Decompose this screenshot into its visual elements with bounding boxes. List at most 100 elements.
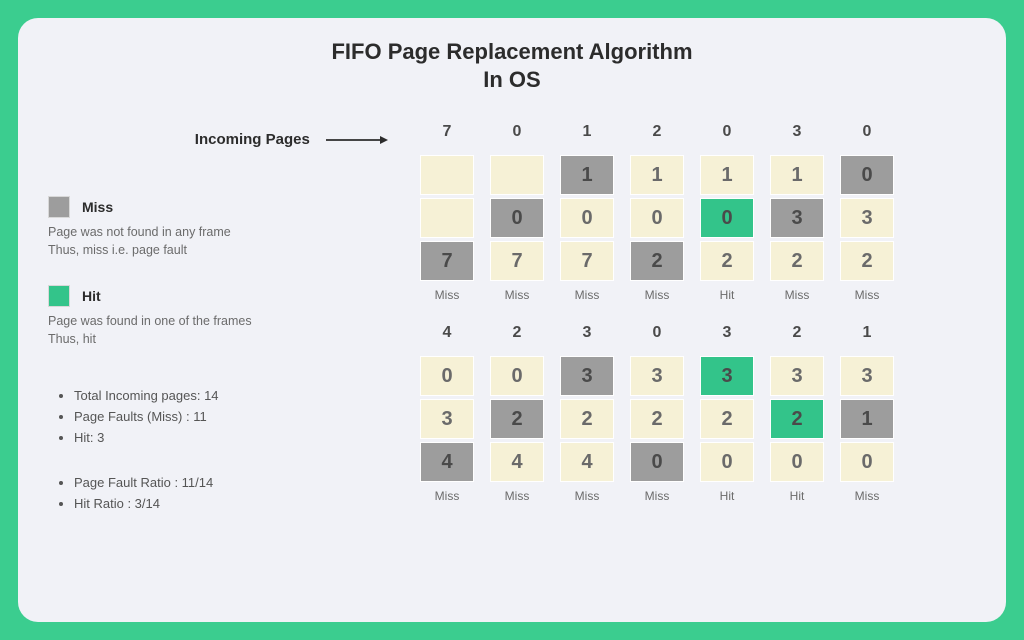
frame-cell: 1 (560, 155, 614, 195)
frame-cell: 7 (560, 241, 614, 281)
incoming-page-number: 0 (513, 123, 522, 147)
incoming-page-number: 0 (723, 123, 732, 147)
frame-column: 2024Miss (488, 324, 546, 503)
column-status: Miss (575, 288, 600, 302)
frame-cell: 0 (840, 442, 894, 482)
incoming-page-number: 3 (723, 324, 732, 348)
page-title: FIFO Page Replacement Algorithm In OS (48, 38, 976, 93)
legend-miss: Miss (48, 196, 388, 218)
miss-swatch-icon (48, 196, 70, 218)
grid-panel: 77Miss007Miss1107Miss2102Miss0102Hit3132… (418, 123, 976, 517)
frame-column: 1107Miss (558, 123, 616, 302)
frame-cell: 2 (700, 399, 754, 439)
frame-column: 0102Hit (698, 123, 756, 302)
frame-cell: 0 (490, 356, 544, 396)
frame-cell: 2 (630, 399, 684, 439)
frame-column: 4034Miss (418, 324, 476, 503)
stat-faults: Page Faults (Miss) : 11 (74, 409, 388, 424)
incoming-page-number: 2 (793, 324, 802, 348)
frame-cell: 3 (630, 356, 684, 396)
frame-cell: 0 (630, 442, 684, 482)
frame-columns-row2: 4034Miss2024Miss3324Miss0320Miss3320Hit2… (418, 324, 976, 503)
frame-cell: 0 (560, 198, 614, 238)
frame-column: 0032Miss (838, 123, 896, 302)
frame-cell: 0 (490, 198, 544, 238)
frame-columns-row1: 77Miss007Miss1107Miss2102Miss0102Hit3132… (418, 123, 976, 302)
frame-cell: 2 (630, 241, 684, 281)
incoming-page-number: 4 (443, 324, 452, 348)
column-status: Miss (645, 288, 670, 302)
legend-hit-desc: Page was found in one of the frames Thus… (48, 313, 388, 348)
stat-hits: Hit: 3 (74, 430, 388, 445)
frame-column: 3324Miss (558, 324, 616, 503)
frame-cell: 3 (420, 399, 474, 439)
frame-cell: 1 (840, 399, 894, 439)
frame-cell: 3 (560, 356, 614, 396)
frame-cell: 2 (560, 399, 614, 439)
frame-cell (420, 155, 474, 195)
column-status: Hit (720, 489, 735, 503)
frame-cell: 7 (420, 241, 474, 281)
frame-cell: 0 (700, 198, 754, 238)
incoming-page-number: 0 (653, 324, 662, 348)
frame-cell: 2 (840, 241, 894, 281)
frame-column: 2320Hit (768, 324, 826, 503)
incoming-page-number: 1 (863, 324, 872, 348)
incoming-page-number: 3 (793, 123, 802, 147)
stat-fault-ratio: Page Fault Ratio : 11/14 (74, 475, 388, 490)
legend-miss-desc: Page was not found in any frame Thus, mi… (48, 224, 388, 259)
frame-column: 3132Miss (768, 123, 826, 302)
frame-cell: 3 (840, 356, 894, 396)
arrow-right-icon (326, 135, 388, 145)
frame-column: 2102Miss (628, 123, 686, 302)
frame-cell: 4 (490, 442, 544, 482)
stat-hit-ratio: Hit Ratio : 3/14 (74, 496, 388, 511)
stats-block: Total Incoming pages: 14 Page Faults (Mi… (48, 388, 388, 511)
frame-cell: 1 (770, 155, 824, 195)
frame-cell: 3 (770, 356, 824, 396)
hit-swatch-icon (48, 285, 70, 307)
frame-cell: 0 (630, 198, 684, 238)
frame-cell: 3 (840, 198, 894, 238)
frame-column: 007Miss (488, 123, 546, 302)
incoming-page-number: 2 (513, 324, 522, 348)
frame-cell: 0 (420, 356, 474, 396)
legend-hit: Hit (48, 285, 388, 307)
frame-cell: 7 (490, 241, 544, 281)
column-status: Miss (575, 489, 600, 503)
incoming-page-number: 1 (583, 123, 592, 147)
frame-cell: 2 (700, 241, 754, 281)
frame-cell: 0 (770, 442, 824, 482)
frame-cell: 1 (700, 155, 754, 195)
frame-cell: 2 (490, 399, 544, 439)
column-status: Miss (785, 288, 810, 302)
column-status: Hit (720, 288, 735, 302)
column-status: Miss (855, 288, 880, 302)
frame-column: 77Miss (418, 123, 476, 302)
incoming-page-number: 3 (583, 324, 592, 348)
frame-column: 1310Miss (838, 324, 896, 503)
frame-cell: 1 (630, 155, 684, 195)
diagram-canvas: FIFO Page Replacement Algorithm In OS In… (18, 18, 1006, 622)
stat-total: Total Incoming pages: 14 (74, 388, 388, 403)
frame-cell: 3 (700, 356, 754, 396)
frame-cell: 0 (840, 155, 894, 195)
frame-cell: 4 (560, 442, 614, 482)
frame-column: 3320Hit (698, 324, 756, 503)
incoming-page-number: 7 (443, 123, 452, 147)
frame-cell: 2 (770, 241, 824, 281)
column-status: Hit (790, 489, 805, 503)
frame-cell: 2 (770, 399, 824, 439)
frame-column: 0320Miss (628, 324, 686, 503)
column-status: Miss (645, 489, 670, 503)
column-status: Miss (435, 489, 460, 503)
column-status: Miss (855, 489, 880, 503)
frame-cell: 4 (420, 442, 474, 482)
frame-cell (420, 198, 474, 238)
incoming-page-number: 0 (863, 123, 872, 147)
frame-cell (490, 155, 544, 195)
incoming-page-number: 2 (653, 123, 662, 147)
column-status: Miss (505, 288, 530, 302)
frame-cell: 0 (700, 442, 754, 482)
column-status: Miss (505, 489, 530, 503)
